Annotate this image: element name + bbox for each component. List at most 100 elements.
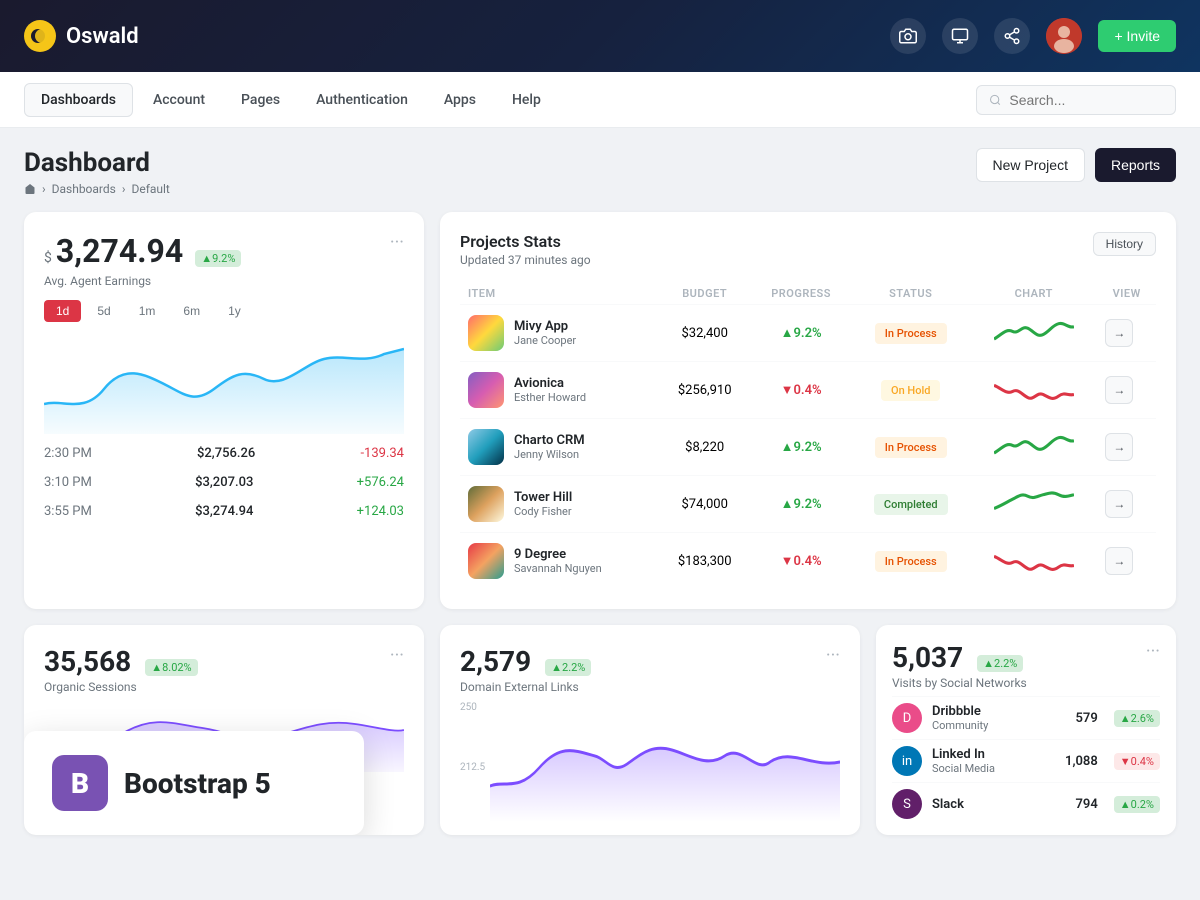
social-label: Visits by Social Networks (892, 676, 1027, 690)
amount-1: $2,756.26 (197, 446, 255, 461)
earnings-rows: 2:30 PM $2,756.26 -139.34 3:10 PM $3,207… (44, 442, 404, 523)
social-icon-slack: S (892, 789, 922, 819)
external-more-btn[interactable]: ··· (826, 645, 840, 666)
project-person: Savannah Nguyen (514, 562, 602, 575)
top-cards-row: $ 3,274.94 ▲9.2% Avg. Agent Earnings ···… (24, 212, 1176, 609)
logo-area: Oswald (24, 20, 139, 52)
project-budget: $256,910 (658, 362, 750, 419)
organic-more-btn[interactable]: ··· (390, 645, 404, 666)
social-name: Slack (932, 797, 964, 812)
mini-chart (994, 373, 1074, 404)
project-progress: ▼0.4% (751, 362, 851, 419)
amount-3: $3,274.94 (195, 504, 253, 519)
col-item: ITEM (460, 283, 658, 305)
nav-item-authentication[interactable]: Authentication (300, 84, 424, 116)
social-change: ▲2.6% (1114, 710, 1160, 727)
filter-1y[interactable]: 1y (216, 300, 253, 322)
projects-card: Projects Stats Updated 37 minutes ago Hi… (440, 212, 1176, 609)
projects-title: Projects Stats (460, 232, 591, 251)
amount-2: $3,207.03 (195, 475, 253, 490)
table-row: Mivy App Jane Cooper $32,400 ▲9.2% In Pr… (460, 305, 1156, 362)
bootstrap-letter: B (71, 767, 89, 800)
social-list: D Dribbble Community 579 ▲2.6% in Linked… (892, 696, 1160, 825)
projects-header: Projects Stats Updated 37 minutes ago Hi… (460, 232, 1156, 267)
camera-icon-btn[interactable] (890, 18, 926, 54)
project-thumb (468, 429, 504, 465)
filter-1d[interactable]: 1d (44, 300, 81, 322)
social-left: D Dribbble Community (892, 703, 988, 733)
project-view-btn[interactable]: → (1105, 433, 1133, 461)
new-project-button[interactable]: New Project (976, 148, 1085, 182)
col-view: VIEW (1097, 283, 1156, 305)
page-header: Dashboard › Dashboards › Default New Pro… (24, 148, 1176, 196)
project-view-btn[interactable]: → (1105, 547, 1133, 575)
history-button[interactable]: History (1093, 232, 1156, 256)
table-row: Avionica Esther Howard $256,910 ▼0.4% On… (460, 362, 1156, 419)
screen-icon-btn[interactable] (942, 18, 978, 54)
earnings-card: $ 3,274.94 ▲9.2% Avg. Agent Earnings ···… (24, 212, 424, 609)
project-view-btn[interactable]: → (1105, 319, 1133, 347)
external-header: 2,579 ▲2.2% Domain External Links ··· (460, 645, 840, 694)
social-header: 5,037 ▲2.2% Visits by Social Networks ··… (892, 641, 1160, 690)
search-box[interactable] (976, 85, 1176, 115)
home-icon (24, 183, 36, 195)
social-change: ▲0.2% (1114, 796, 1160, 813)
organic-amount: 35,568 (44, 645, 131, 678)
search-input[interactable] (1009, 92, 1163, 108)
mini-chart (994, 430, 1074, 461)
table-row: Charto CRM Jenny Wilson $8,220 ▲9.2% In … (460, 419, 1156, 476)
social-left: in Linked In Social Media (892, 746, 995, 776)
stats-row-2: 3:10 PM $3,207.03 +576.24 (44, 471, 404, 494)
change-1: -139.34 (360, 446, 404, 461)
project-person: Esther Howard (514, 391, 586, 404)
social-item: D Dribbble Community 579 ▲2.6% (892, 696, 1160, 739)
bootstrap-overlay: B Bootstrap 5 (24, 731, 364, 835)
invite-button[interactable]: + Invite (1098, 20, 1176, 52)
external-badge: ▲2.2% (545, 659, 591, 676)
project-view-btn[interactable]: → (1105, 490, 1133, 518)
reports-button[interactable]: Reports (1095, 148, 1176, 182)
social-left: S Slack (892, 789, 964, 819)
nav-item-help[interactable]: Help (496, 84, 557, 116)
project-thumb (468, 543, 504, 579)
breadcrumb-dashboards[interactable]: Dashboards (52, 182, 116, 196)
page-actions: New Project Reports (976, 148, 1177, 182)
nav-item-account[interactable]: Account (137, 84, 221, 116)
earnings-header: $ 3,274.94 ▲9.2% Avg. Agent Earnings ··· (44, 232, 404, 288)
social-count: 794 (1076, 797, 1098, 812)
col-chart: CHART (970, 283, 1097, 305)
project-thumb (468, 315, 504, 351)
nav-item-dashboards[interactable]: Dashboards (24, 83, 133, 117)
earnings-label: Avg. Agent Earnings (44, 274, 241, 288)
social-more-btn[interactable]: ··· (1146, 641, 1160, 662)
y-max: 250 (460, 702, 477, 713)
project-budget: $8,220 (658, 419, 750, 476)
social-icon-linked in: in (892, 746, 922, 776)
mini-chart (994, 316, 1074, 347)
nav-item-pages[interactable]: Pages (225, 84, 296, 116)
top-header: Oswald (0, 0, 1200, 72)
app-name: Oswald (66, 24, 139, 49)
nav-bar: Dashboards Account Pages Authentication … (0, 72, 1200, 128)
filter-6m[interactable]: 6m (171, 300, 212, 322)
user-avatar[interactable] (1046, 18, 1082, 54)
time-1: 2:30 PM (44, 446, 92, 461)
social-change: ▼0.4% (1114, 753, 1160, 770)
time-3: 3:55 PM (44, 504, 92, 519)
time-2: 3:10 PM (44, 475, 92, 490)
filter-1m[interactable]: 1m (127, 300, 168, 322)
earnings-more-btn[interactable]: ··· (390, 232, 404, 253)
mini-chart (994, 544, 1074, 575)
project-view-btn[interactable]: → (1105, 376, 1133, 404)
col-budget: BUDGET (658, 283, 750, 305)
share-icon-btn[interactable] (994, 18, 1030, 54)
change-2: +576.24 (357, 475, 404, 490)
filter-5d[interactable]: 5d (85, 300, 122, 322)
breadcrumb-sep2: › (122, 182, 126, 196)
y-mid: 212.5 (460, 762, 485, 773)
nav-item-apps[interactable]: Apps (428, 84, 492, 116)
social-name: Linked In (932, 747, 995, 762)
earnings-badge: ▲9.2% (195, 250, 241, 267)
project-name: 9 Degree (514, 547, 602, 562)
social-type: Social Media (932, 762, 995, 775)
